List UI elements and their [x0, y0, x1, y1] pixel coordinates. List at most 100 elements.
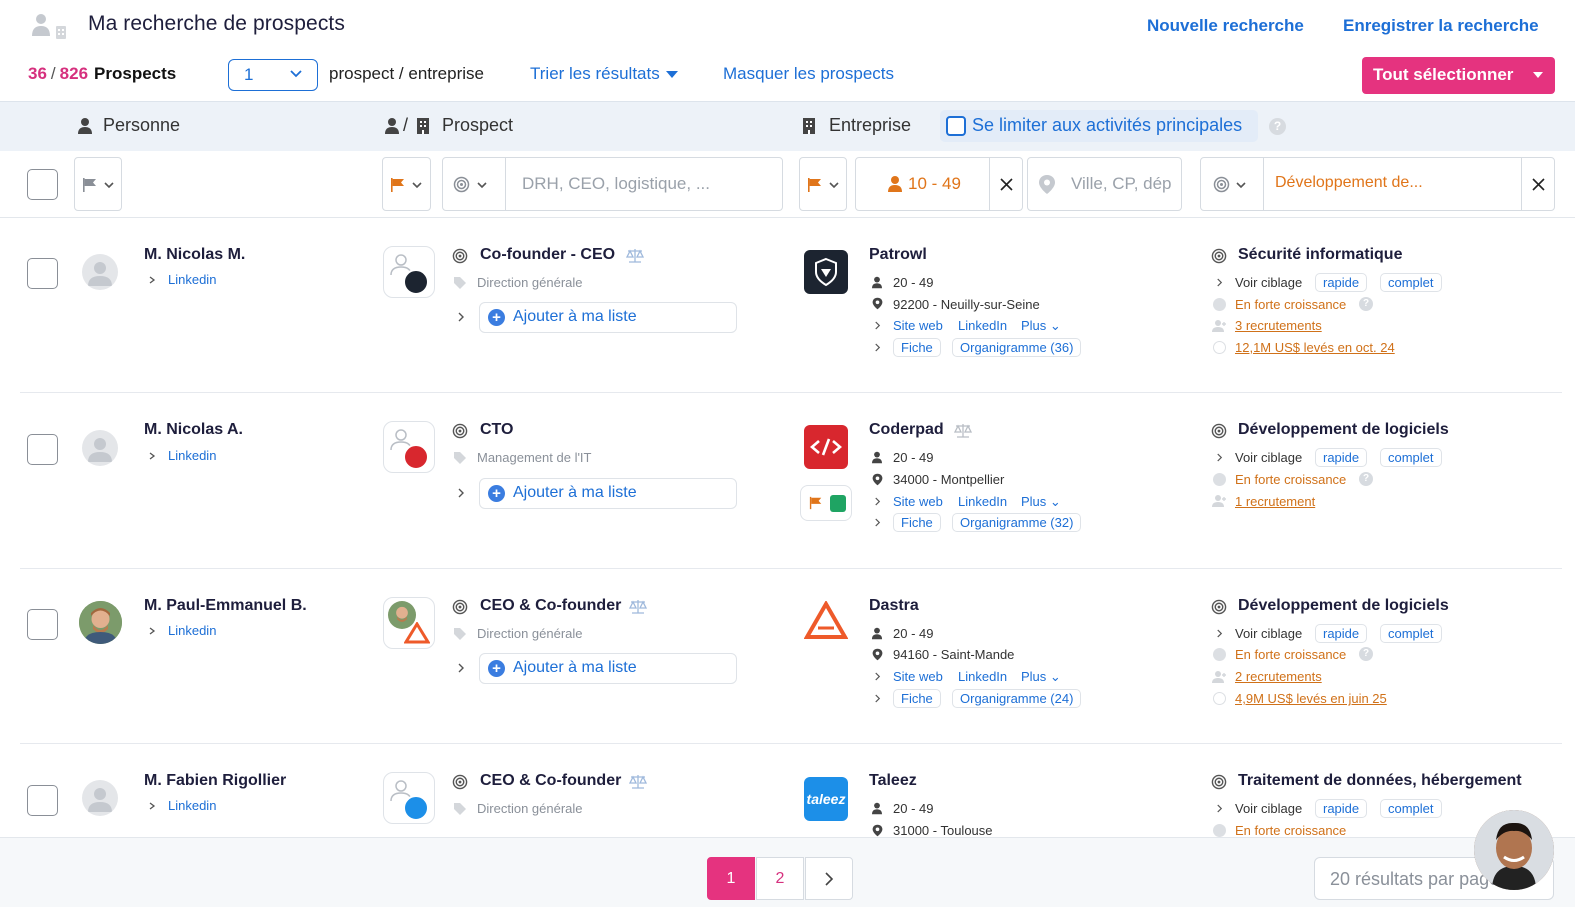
person-linkedin-link[interactable]: Linkedin — [168, 272, 216, 287]
funding-link[interactable]: 4,9M US$ levés en juin 25 — [1235, 691, 1387, 706]
add-to-list-button[interactable]: + Ajouter à ma liste — [479, 653, 737, 684]
divider — [989, 158, 990, 210]
chevron-right-icon — [875, 321, 881, 330]
website-link[interactable]: Site web — [893, 318, 943, 333]
company-linkedin-link[interactable]: LinkedIn — [958, 494, 1007, 509]
recruitment-link[interactable]: 3 recrutements — [1235, 318, 1322, 333]
funding-link[interactable]: 12,1M US$ levés en oct. 24 — [1235, 340, 1395, 355]
support-chat-avatar[interactable] — [1474, 810, 1554, 890]
help-icon[interactable]: ? — [1359, 472, 1373, 486]
save-search-link[interactable]: Enregistrer la recherche — [1343, 16, 1539, 36]
next-page-button[interactable] — [805, 857, 853, 900]
count-shown: 36 — [28, 64, 47, 83]
page-title: Ma recherche de prospects — [88, 12, 345, 35]
recruitment-link[interactable]: 1 recrutement — [1235, 494, 1315, 509]
quick-targeting-button[interactable]: rapide — [1315, 448, 1368, 467]
size-filter-value: 10 - 49 — [908, 174, 961, 193]
company-linkedin-link[interactable]: LinkedIn — [958, 669, 1007, 684]
website-link[interactable]: Site web — [893, 494, 943, 509]
full-targeting-button[interactable]: complet — [1380, 273, 1442, 292]
full-targeting-button[interactable]: complet — [1380, 624, 1442, 643]
person-name[interactable]: M. Nicolas M. — [144, 246, 245, 264]
company-name[interactable]: Dastra — [869, 597, 919, 615]
tag-icon — [454, 277, 466, 289]
chevron-down-icon — [104, 182, 114, 189]
more-link[interactable]: Plus ⌄ — [1021, 318, 1061, 334]
growth-icon — [1213, 824, 1226, 837]
quick-targeting-button[interactable]: rapide — [1315, 799, 1368, 818]
limit-activities-checkbox[interactable] — [946, 116, 966, 136]
add-to-list-button[interactable]: + Ajouter à ma liste — [479, 302, 737, 333]
prospect-department: Direction générale — [477, 275, 583, 290]
user-icon — [871, 276, 883, 289]
company-flag-filter[interactable] — [799, 157, 847, 211]
per-company-select[interactable]: 1 — [228, 59, 318, 91]
fiche-button[interactable]: Fiche — [893, 689, 941, 708]
full-targeting-button[interactable]: complet — [1380, 448, 1442, 467]
size-filter[interactable]: 10 - 49 — [855, 157, 1023, 211]
quick-targeting-button[interactable]: rapide — [1315, 273, 1368, 292]
page-2-button[interactable]: 2 — [756, 857, 804, 900]
company-location: 92200 - Neuilly-sur-Seine — [893, 297, 1040, 312]
target-icon — [1211, 248, 1227, 264]
chevron-right-icon[interactable] — [457, 312, 465, 322]
org-chart-button[interactable]: Organigramme (32) — [952, 513, 1082, 532]
fiche-button[interactable]: Fiche — [893, 338, 941, 357]
company-name[interactable]: Coderpad — [869, 421, 944, 439]
person-linkedin-link[interactable]: Linkedin — [168, 623, 216, 638]
more-link[interactable]: Plus ⌄ — [1021, 494, 1061, 510]
row-checkbox[interactable] — [27, 434, 58, 465]
add-to-list-button[interactable]: + Ajouter à ma liste — [479, 478, 737, 509]
balance-icon — [629, 600, 647, 614]
location-filter[interactable]: Ville, CP, dép — [1027, 157, 1182, 211]
hide-prospects-link[interactable]: Masquer les prospects — [723, 64, 894, 84]
company-linkedin-link[interactable]: LinkedIn — [958, 318, 1007, 333]
chevron-right-icon[interactable] — [457, 488, 465, 498]
sort-dropdown[interactable]: Trier les résultats — [530, 64, 678, 84]
row-checkbox[interactable] — [27, 609, 58, 640]
company-name[interactable]: Taleez — [869, 772, 917, 790]
person-linkedin-link[interactable]: Linkedin — [168, 798, 216, 813]
new-search-link[interactable]: Nouvelle recherche — [1147, 16, 1304, 36]
activity-filter[interactable]: Développement de... — [1200, 157, 1555, 211]
job-filter[interactable]: DRH, CEO, logistique, ... — [442, 157, 783, 211]
org-chart-button[interactable]: Organigramme (36) — [952, 338, 1082, 357]
divider — [1521, 158, 1522, 210]
quick-targeting-button[interactable]: rapide — [1315, 624, 1368, 643]
add-to-list-label: Ajouter à ma liste — [513, 484, 637, 501]
close-icon[interactable] — [1532, 178, 1545, 191]
website-link[interactable]: Site web — [893, 669, 943, 684]
chevron-right-icon[interactable] — [457, 663, 465, 673]
person-flag-filter[interactable] — [74, 157, 122, 211]
select-all-checkbox[interactable] — [27, 169, 58, 200]
row-checkbox[interactable] — [27, 785, 58, 816]
select-all-button[interactable]: Tout sélectionner — [1362, 57, 1555, 94]
close-icon[interactable] — [1000, 178, 1013, 191]
company-location: 94160 - Saint-Mande — [893, 647, 1015, 662]
person-name[interactable]: M. Paul-Emmanuel B. — [144, 597, 307, 615]
chevron-right-icon — [149, 627, 156, 635]
help-icon[interactable]: ? — [1359, 297, 1373, 311]
person-linkedin-link[interactable]: Linkedin — [168, 448, 216, 463]
fiche-button[interactable]: Fiche — [893, 513, 941, 532]
more-label: Plus — [1021, 494, 1047, 509]
full-targeting-button[interactable]: complet — [1380, 799, 1442, 818]
chevron-right-icon — [875, 672, 881, 681]
recruitment-link[interactable]: 2 recrutements — [1235, 669, 1322, 684]
chevron-down-icon — [477, 182, 487, 189]
prospect-photo — [383, 772, 435, 824]
person-name[interactable]: M. Fabien Rigollier — [144, 772, 286, 790]
company-tags[interactable] — [800, 485, 852, 521]
company-name[interactable]: Patrowl — [869, 246, 927, 264]
prospect-flag-filter[interactable] — [382, 157, 431, 211]
org-chart-button[interactable]: Organigramme (24) — [952, 689, 1082, 708]
limit-activities-label[interactable]: Se limiter aux activités principales — [972, 115, 1242, 136]
help-icon[interactable]: ? — [1359, 647, 1373, 661]
page-1-button[interactable]: 1 — [707, 857, 755, 900]
chevron-right-icon — [1217, 629, 1223, 638]
person-name[interactable]: M. Nicolas A. — [144, 421, 243, 439]
more-link[interactable]: Plus ⌄ — [1021, 669, 1061, 685]
help-icon[interactable]: ? — [1269, 118, 1286, 135]
row-checkbox[interactable] — [27, 258, 58, 289]
chevron-right-icon — [875, 497, 881, 506]
